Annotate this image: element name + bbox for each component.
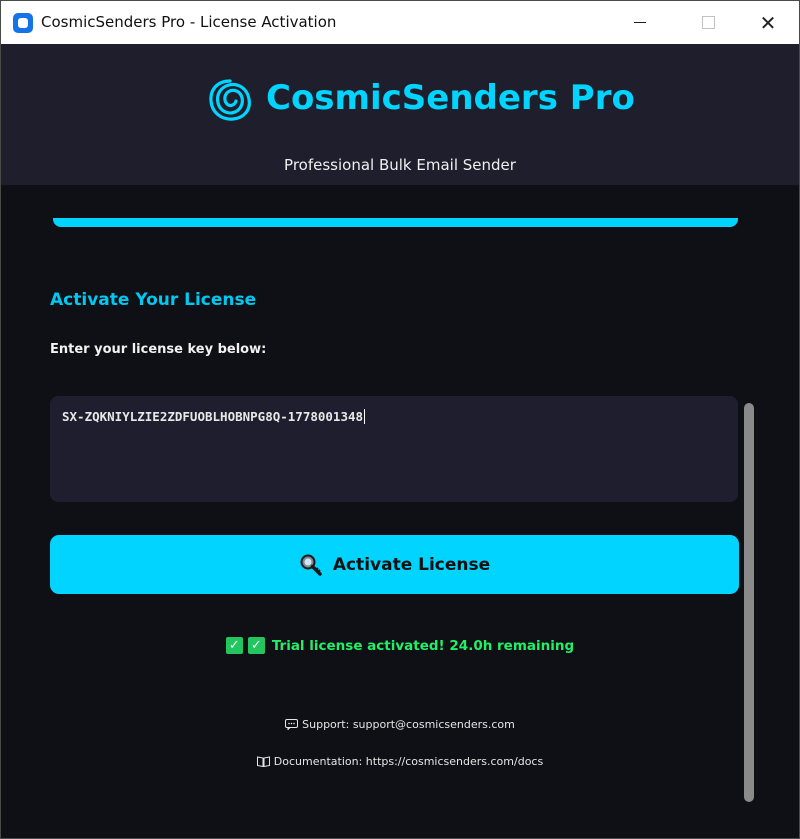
documentation-text: Documentation: https://cosmicsenders.com… [273,755,544,768]
scrollbar[interactable] [744,403,754,802]
section-title: Activate Your License [50,290,257,310]
spiral-logo-icon [209,79,251,121]
license-key-input[interactable]: SX-ZQKNIYLZIE2ZDFUOBLHOBNPG8Q-1778001348 [50,396,738,502]
maximize-icon [701,16,715,29]
window-title: CosmicSenders Pro - License Activation [41,13,337,31]
magnifier-key-icon [300,554,322,576]
title-bar[interactable]: CosmicSenders Pro - License Activation ✕ [1,1,799,44]
activate-license-label: Activate License [332,554,491,575]
minimize-icon [634,22,646,23]
documentation-info: Documentation: https://cosmicsenders.com… [1,755,799,768]
check-icon: ✓ [225,637,243,654]
book-icon [256,756,270,767]
maximize-button[interactable] [685,1,731,44]
brand-name: CosmicSenders Pro [266,78,635,118]
app-header: CosmicSenders Pro Professional Bulk Emai… [1,44,799,185]
tagline: Professional Bulk Email Sender [284,156,516,174]
minimize-button[interactable] [617,1,663,44]
check-icon: ✓ [247,637,265,654]
accent-divider [53,218,738,227]
license-key-prompt: Enter your license key below: [50,342,267,357]
license-activation-window: CosmicSenders Pro - License Activation ✕… [0,0,800,839]
support-info: Support: support@cosmicsenders.com [1,718,799,731]
license-key-value: SX-ZQKNIYLZIE2ZDFUOBLHOBNPG8Q-1778001348 [62,409,364,424]
close-icon: ✕ [759,10,777,35]
speech-bubble-icon [285,719,299,730]
status-message: Trial license activated! 24.0h remaining [271,637,575,654]
text-caret [364,409,366,424]
support-text: Support: support@cosmicsenders.com [302,718,515,731]
activation-status: ✓ ✓ Trial license activated! 24.0h remai… [1,637,799,654]
app-icon [13,13,33,33]
close-button[interactable]: ✕ [745,1,791,44]
activate-license-button[interactable]: Activate License [50,535,739,594]
